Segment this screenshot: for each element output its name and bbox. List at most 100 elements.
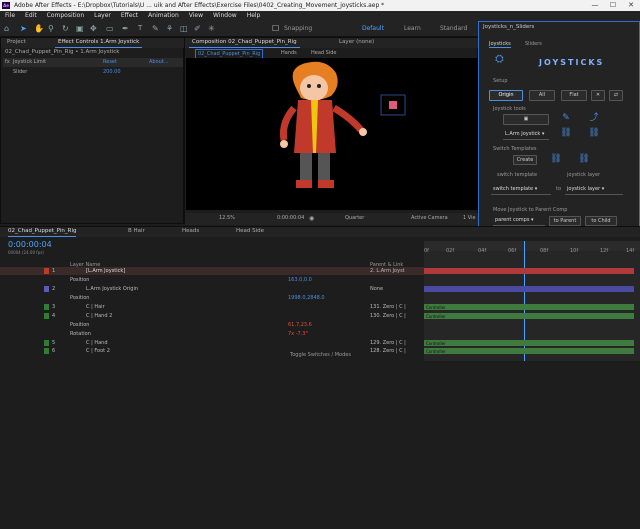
create-template-button[interactable]: Create [513, 155, 537, 165]
property-row[interactable]: Rotation 7x -7.3° [0, 330, 424, 338]
layer-row[interactable]: 2 L.Arm Joystick Origin None [0, 285, 424, 293]
layer-color-label[interactable] [44, 286, 49, 292]
layer-color-label[interactable] [44, 313, 49, 319]
menu-layer[interactable]: Layer [89, 11, 116, 21]
layer-color-label[interactable] [44, 268, 49, 274]
roto-brush-tool-icon[interactable]: ✐ [194, 24, 202, 33]
active-camera-select[interactable]: Active Camera [411, 214, 448, 223]
close-button[interactable]: ✕ [622, 0, 640, 11]
menu-view[interactable]: View [184, 11, 208, 21]
effect-about-link[interactable]: About... [149, 58, 169, 67]
layer-duration-bar[interactable]: Controller [424, 340, 634, 346]
effect-reset-link[interactable]: Reset [103, 58, 117, 67]
type-tool-icon[interactable]: T [138, 24, 146, 33]
rectangle-tool-icon[interactable]: ▭ [106, 24, 114, 33]
layer-duration-bar[interactable]: Controller [424, 313, 634, 319]
joystick-layer-select[interactable]: L.Arm Joystick ▾ [503, 130, 549, 140]
menu-animation[interactable]: Animation [143, 11, 184, 21]
layer-duration-bar[interactable]: Controller [424, 348, 634, 354]
to-child-button[interactable]: to Child [585, 216, 617, 226]
layer-parent[interactable]: 2. L.Arm Joyst [370, 267, 405, 275]
timeline-tab-head-side[interactable]: Head Side [236, 227, 264, 236]
property-value[interactable]: 61.7,23.6 [288, 321, 312, 329]
workspace-default[interactable]: Default [362, 25, 384, 32]
hand-tool-icon[interactable]: ✋ [34, 24, 44, 33]
tab-joysticks[interactable]: Joysticks [489, 41, 511, 48]
property-value[interactable]: 1998.0,2848.0 [288, 294, 325, 302]
switch-template-select[interactable]: switch template ▾ [491, 185, 551, 195]
link-icon[interactable]: ⛓ [555, 129, 577, 140]
setup-all-button[interactable]: All [529, 90, 555, 101]
selection-tool-icon[interactable]: ➤ [20, 24, 28, 33]
menu-file[interactable]: File [0, 11, 20, 21]
toggle-switches-modes[interactable]: Toggle Switches / Modes [290, 352, 351, 358]
setup-cross-button[interactable]: ✕ [591, 90, 605, 101]
zoom-level[interactable]: 12.5% [219, 214, 235, 223]
layer-parent[interactable]: None [370, 285, 383, 293]
layer-row[interactable]: 5 C | Hand 129. Zero | C | [0, 339, 424, 347]
setup-flat-button[interactable]: Flat [561, 90, 587, 101]
layer-parent[interactable]: 128. Zero | C | [370, 347, 406, 355]
snapshot-camera-icon[interactable]: ◉ [309, 214, 314, 223]
breadcrumb-item-head-side[interactable]: Head Side [311, 49, 336, 58]
layer-color-label[interactable] [44, 348, 49, 354]
tab-project[interactable]: Project [7, 38, 26, 47]
layer-parent[interactable]: 129. Zero | C | [370, 339, 406, 347]
menu-help[interactable]: Help [242, 11, 266, 21]
menu-composition[interactable]: Composition [42, 11, 89, 21]
composition-viewer[interactable] [186, 58, 478, 210]
tab-sliders[interactable]: Sliders [525, 41, 542, 47]
timeline-tab-heads[interactable]: Heads [182, 227, 199, 236]
layer-color-label[interactable] [44, 340, 49, 346]
layer-parent[interactable]: 131. Zero | C | [370, 303, 406, 311]
menu-window[interactable]: Window [208, 11, 242, 21]
home-icon[interactable]: ⌂ [4, 24, 12, 33]
timeline-timecode[interactable]: 0:00:00:04 [8, 240, 52, 249]
rotate-tool-icon[interactable]: ↻ [62, 24, 70, 33]
property-value[interactable]: 7x -7.3° [288, 330, 308, 338]
property-row[interactable]: Position 163.0,0.0 [0, 276, 424, 284]
unlink-icon[interactable]: ⛓ [583, 129, 605, 140]
breadcrumb-item-hands[interactable]: Hands [281, 49, 297, 58]
resolution-select[interactable]: Quarter [345, 214, 364, 223]
curve-tool-icon[interactable]: ⤴ [583, 114, 605, 125]
menu-edit[interactable]: Edit [20, 11, 42, 21]
zoom-tool-icon[interactable]: ⚲ [48, 24, 56, 33]
add-joystick-button[interactable]: ▣ [503, 114, 549, 125]
current-timecode[interactable]: 0:00:00:04 [277, 214, 304, 223]
timeline-tab-b-hair[interactable]: B Hair [128, 227, 145, 236]
layer-row[interactable]: 4 C | Hand 2 130. Zero | C | [0, 312, 424, 320]
maximize-button[interactable]: ☐ [604, 0, 622, 11]
slider-value[interactable]: 200.00 [103, 68, 121, 77]
tab-composition[interactable]: Composition 02_Chad_Puppet_Pin_Rig [189, 38, 300, 48]
remove-template-icon[interactable]: ⛓ [573, 155, 595, 165]
tab-effect-controls[interactable]: Effect Controls 1.Arm Joystick [55, 38, 143, 48]
layer-color-label[interactable] [44, 304, 49, 310]
property-value[interactable]: 163.0,0.0 [288, 276, 312, 284]
effect-row[interactable]: fx Joystick Limit Reset About... [3, 58, 183, 67]
layer-duration-bar[interactable] [424, 268, 634, 274]
workspace-learn[interactable]: Learn [404, 25, 421, 32]
parent-comps-select[interactable]: parent comps ▾ [493, 216, 545, 226]
clone-stamp-tool-icon[interactable]: ⚘ [166, 24, 174, 33]
layer-duration-bar[interactable] [424, 286, 634, 292]
layer-row[interactable]: 3 C | Hair 131. Zero | C | [0, 303, 424, 311]
layer-row[interactable]: 1 [L.Arm Joystick] 2. L.Arm Joyst [0, 267, 424, 275]
setup-flip-button[interactable]: ⇄ [609, 90, 623, 101]
minimize-button[interactable]: — [586, 0, 604, 11]
brush-tool-icon[interactable]: ✎ [152, 24, 160, 33]
keyframe-tool-icon[interactable]: ✎ [555, 114, 577, 125]
workspace-standard[interactable]: Standard [440, 25, 467, 32]
property-row[interactable]: Position 61.7,23.6 [0, 321, 424, 329]
apply-template-icon[interactable]: ⛓ [545, 155, 567, 165]
property-row[interactable]: Position 1998.0,2848.0 [0, 294, 424, 302]
timeline-tab-main[interactable]: 02_Chad_Puppet_Pin_Rig [8, 227, 77, 237]
views-select[interactable]: 1 Vie [463, 214, 476, 223]
layer-duration-bar[interactable]: Controller [424, 304, 634, 310]
snapping-checkbox-icon[interactable]: ☐ [272, 24, 280, 33]
eraser-tool-icon[interactable]: ◫ [180, 24, 188, 33]
pan-behind-tool-icon[interactable]: ✥ [90, 24, 98, 33]
puppet-pin-tool-icon[interactable]: ✳ [208, 24, 216, 33]
layer-row[interactable]: 6 C | Foot 2 128. Zero | C | [0, 347, 424, 355]
joystick-layer-target-select[interactable]: joystick layer ▾ [565, 185, 623, 195]
